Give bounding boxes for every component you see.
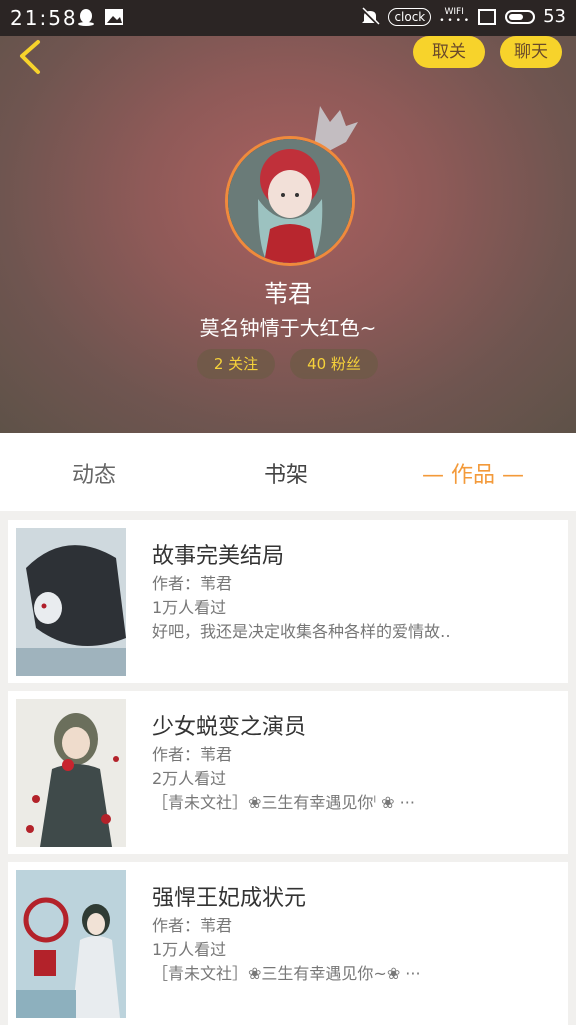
unfollow-button[interactable]: 取关 [413,36,485,68]
qq-penguin-icon [78,9,94,26]
avatar-illustration [228,139,352,263]
wifi-icon: WIFI • • • • [439,6,470,26]
mute-icon [361,6,380,26]
work-author: 作者：苇君 [152,574,233,593]
battery-level: 53 [543,6,566,27]
image-notification-icon [105,9,123,25]
battery-icon [505,9,536,24]
status-time: 21:58 [10,6,78,30]
profile-header: 取关 聊天 苇君 莫名钟情于大红色~ 2 关注 40 粉丝 [0,36,576,433]
profile-tabs: 动态 书架 — 作品 — [0,433,576,511]
work-card[interactable]: 少女蜕变之演员 作者：苇君 2万人看过 ［青未文社］❀三生有幸遇见你ˡ ❀ ··… [8,691,568,854]
fans-count-button[interactable]: 40 粉丝 [290,349,378,379]
work-views: 2万人看过 [152,769,227,788]
work-card[interactable]: 强悍王妃成状元 作者：苇君 1万人看过 ［青未文社］❀三生有幸遇见你~❀ ··· [8,862,568,1025]
work-author: 作者：苇君 [152,916,233,935]
work-cover-image [16,870,126,1018]
work-cover-image [16,699,126,847]
work-views: 1万人看过 [152,940,227,959]
work-title: 故事完美结局 [152,544,285,569]
work-views: 1万人看过 [152,598,227,617]
bio: 莫名钟情于大红色~ [199,316,377,340]
back-arrow-icon[interactable] [14,38,50,78]
tab-bookshelf[interactable]: 书架 [264,457,308,489]
signal-icon [478,8,497,25]
wifi-label: WIFI [444,6,464,17]
status-bar: 21:58 clock WIFI • • • • 53 [0,0,576,36]
work-cover-image [16,528,126,676]
work-description: 好吧，我还是决定收集各种各样的爱情故‥ [152,622,451,641]
work-title: 少女蜕变之演员 [152,715,307,740]
username: 苇君 [264,280,312,308]
clock-badge: clock [388,7,432,26]
following-count-button[interactable]: 2 关注 [197,349,275,379]
avatar[interactable] [225,136,355,266]
work-author: 作者：苇君 [152,745,233,764]
work-description: ［青未文社］❀三生有幸遇见你~❀ ··· [152,964,421,983]
chat-button[interactable]: 聊天 [500,36,562,68]
work-description: ［青未文社］❀三生有幸遇见你ˡ ❀ ··· [152,793,415,812]
work-title: 强悍王妃成状元 [152,886,307,911]
work-card[interactable]: 故事完美结局 作者：苇君 1万人看过 好吧，我还是决定收集各种各样的爱情故‥ [8,520,568,683]
tab-activity[interactable]: 动态 [72,457,116,489]
tab-works[interactable]: — 作品 — [422,457,524,489]
